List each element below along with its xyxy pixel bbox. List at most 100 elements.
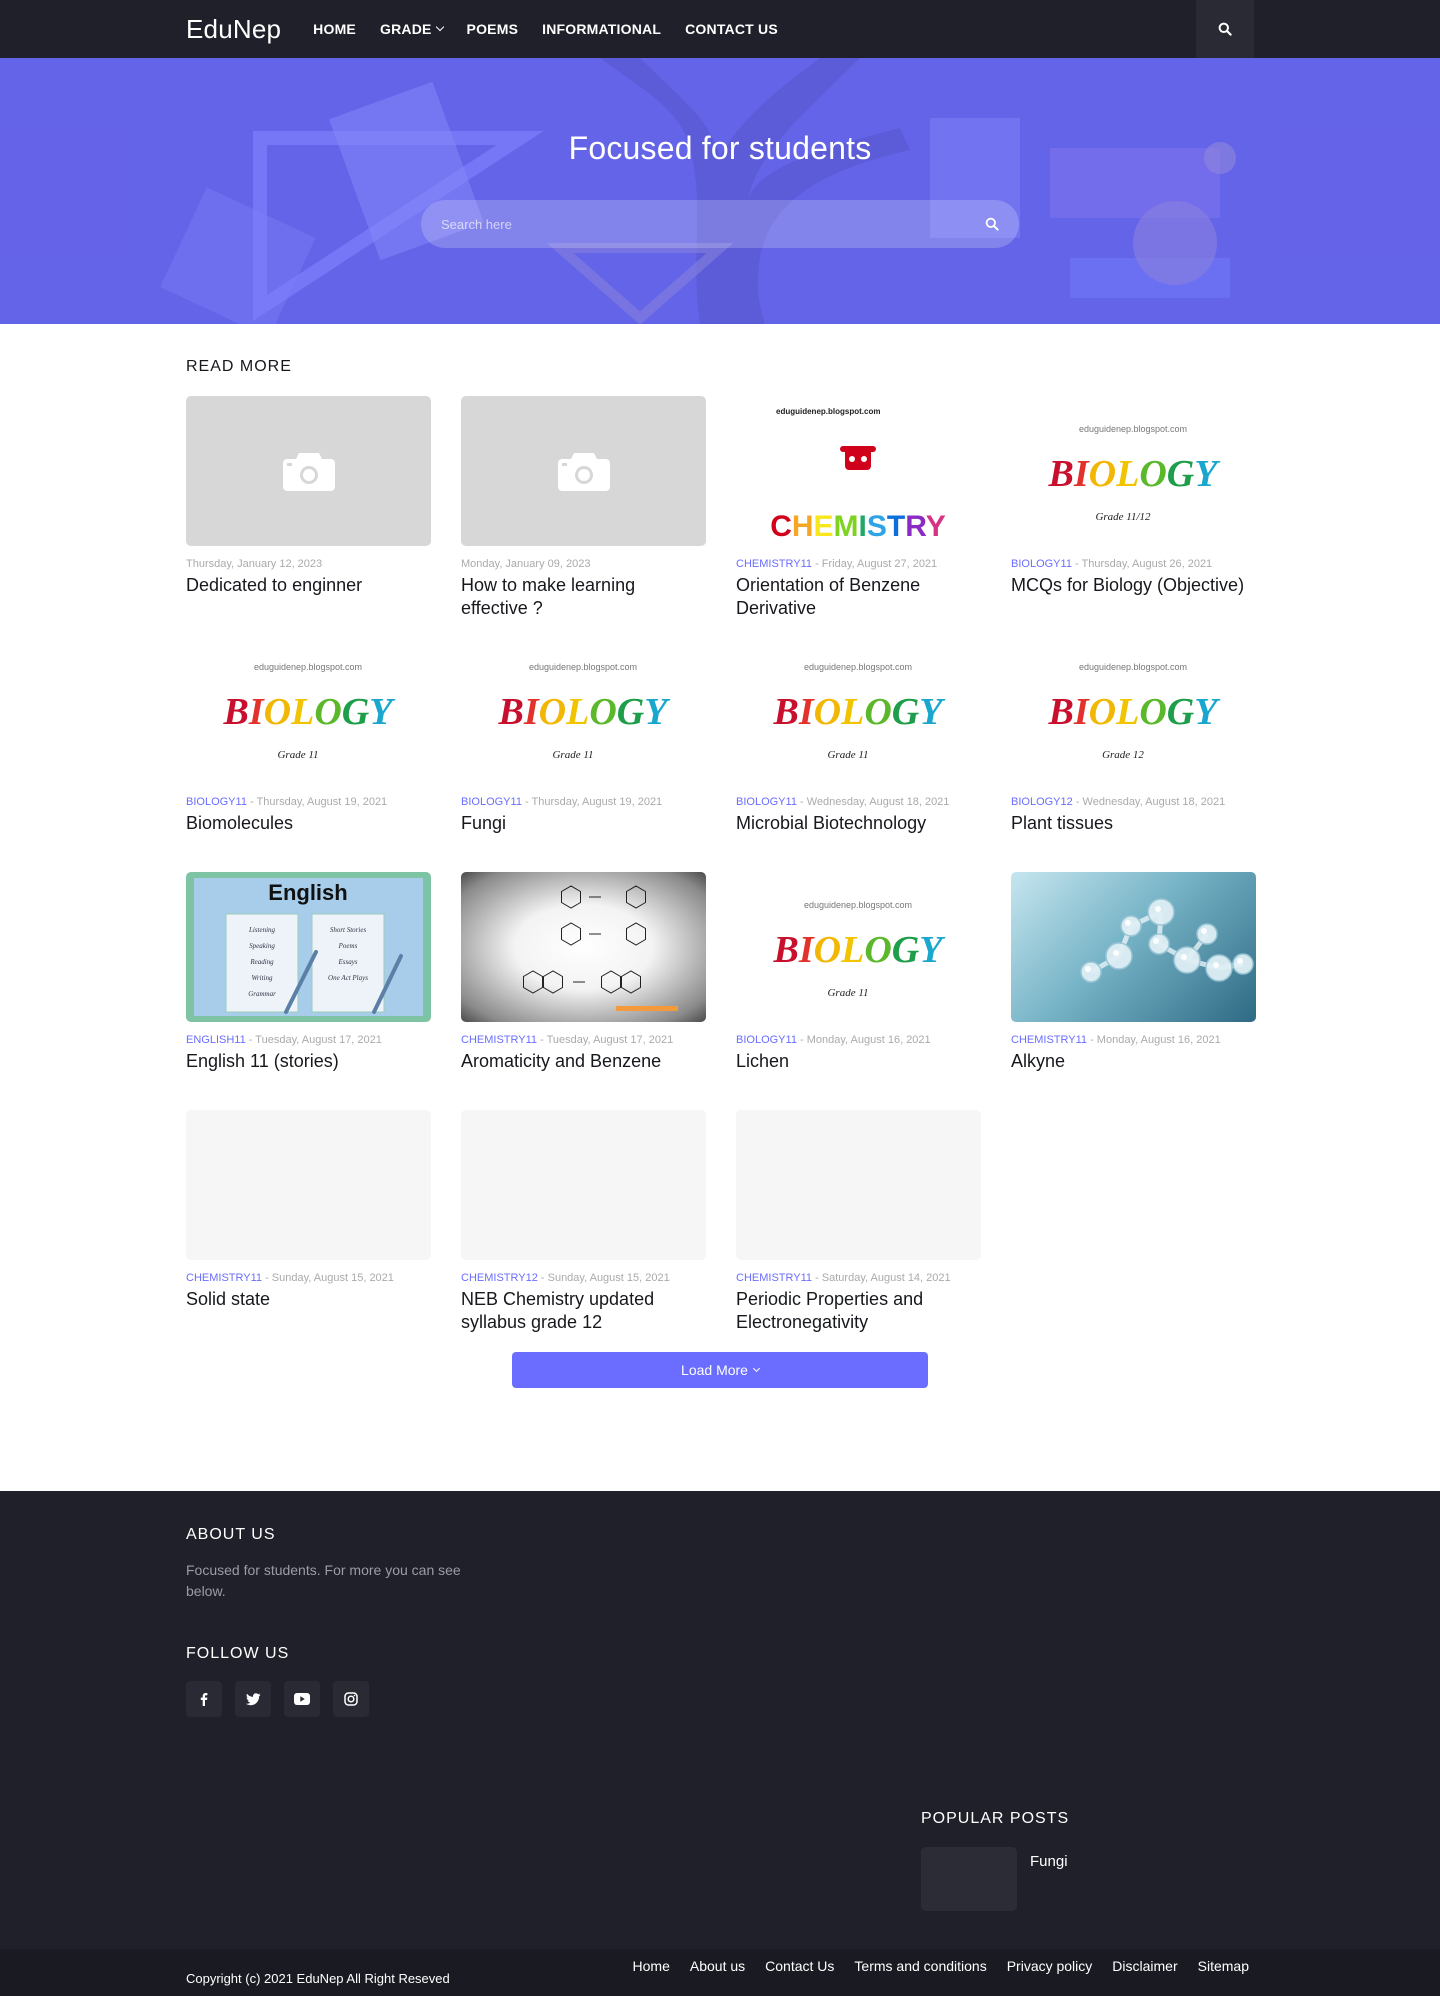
post-card: CHEMISTRY11 - Sunday, August 15, 2021 Sol… [186, 1110, 431, 1348]
post-thumbnail[interactable]: eduguidenep.blogspot.com BIOLOGY Grade 11 [736, 634, 981, 784]
thumbnail-grade-text: Grade 11/12 [1095, 511, 1151, 523]
footer-link-about-us[interactable]: About us [690, 1958, 745, 1974]
post-label-link[interactable]: CHEMISTRY11 [1011, 1034, 1087, 1046]
twitter-link[interactable] [235, 1681, 271, 1717]
footer-link-home[interactable]: Home [633, 1958, 670, 1974]
post-label-link[interactable]: BIOLOGY11 [186, 796, 247, 808]
post-date: Tuesday, August 17, 2021 [255, 1034, 382, 1046]
post-thumbnail[interactable] [461, 872, 706, 1022]
post-label-link[interactable]: CHEMISTRY12 [461, 1272, 538, 1284]
search-icon [1218, 22, 1232, 36]
post-thumbnail[interactable] [1011, 872, 1256, 1022]
post-meta: CHEMISTRY11 - Friday, August 27, 2021 [736, 558, 981, 570]
meta-separator: - [812, 558, 822, 570]
footer-link-disclaimer[interactable]: Disclaimer [1112, 1958, 1177, 1974]
post-label-link[interactable]: BIOLOGY11 [1011, 558, 1072, 570]
post-thumbnail[interactable]: eduguidenep.blogspot.com BIOLOGY Grade 12 [1011, 634, 1256, 784]
post-title-link[interactable]: Microbial Biotechnology [736, 812, 981, 835]
facebook-link[interactable] [186, 1681, 222, 1717]
instagram-link[interactable] [333, 1681, 369, 1717]
nav-informational[interactable]: INFORMATIONAL [542, 21, 661, 37]
post-card: CHEMISTRY11 - Monday, August 16, 2021 Alk… [1011, 872, 1256, 1110]
post-thumbnail[interactable]: eduguidenep.blogspot.com CHEMISTRY [736, 396, 981, 546]
nav-poems[interactable]: POEMS [467, 21, 519, 37]
header-search-button[interactable] [1196, 0, 1254, 58]
post-label-link[interactable]: ENGLISH11 [186, 1034, 246, 1046]
footer-links: Home About us Contact Us Terms and condi… [613, 1958, 1249, 1974]
thumbnail-word: English [268, 880, 347, 905]
footer-link-terms[interactable]: Terms and conditions [854, 1958, 986, 1974]
popular-post-title[interactable]: Fungi [1030, 1853, 1068, 1911]
post-thumbnail[interactable]: eduguidenep.blogspot.com BIOLOGY Grade 11 [186, 634, 431, 784]
post-date: Thursday, August 26, 2021 [1081, 558, 1213, 570]
post-title-link[interactable]: How to make learning effective ? [461, 574, 706, 620]
follow-title: FOLLOW US [186, 1645, 290, 1662]
post-thumbnail[interactable]: eduguidenep.blogspot.com BIOLOGY Grade 11/… [1011, 396, 1256, 546]
site-logo[interactable]: EduNep [186, 14, 281, 45]
post-title-link[interactable]: Periodic Properties and Electronegativit… [736, 1288, 981, 1334]
post-title-link[interactable]: Orientation of Benzene Derivative [736, 574, 981, 620]
social-links [186, 1681, 1254, 1717]
post-title-link[interactable]: MCQs for Biology (Objective) [1011, 574, 1256, 597]
post-thumbnail[interactable] [736, 1110, 981, 1260]
post-title-link[interactable]: Alkyne [1011, 1050, 1256, 1073]
chevron-down-icon [435, 22, 444, 32]
popular-post-thumbnail[interactable] [921, 1847, 1017, 1911]
load-more-button[interactable]: Load More [512, 1352, 928, 1388]
post-title-link[interactable]: Fungi [461, 812, 706, 835]
post-thumbnail[interactable] [186, 396, 431, 546]
post-card: English Listening Speaking Reading Writing Gr… [186, 872, 431, 1110]
footer-link-privacy[interactable]: Privacy policy [1007, 1958, 1093, 1974]
footer-link-sitemap[interactable]: Sitemap [1198, 1958, 1249, 1974]
post-card: CHEMISTRY12 - Sunday, August 15, 2021 NEB… [461, 1110, 706, 1348]
popular-post-item[interactable]: Fungi [921, 1847, 1069, 1911]
post-title-link[interactable]: Aromaticity and Benzene [461, 1050, 706, 1073]
post-thumbnail[interactable] [461, 396, 706, 546]
post-thumbnail[interactable]: eduguidenep.blogspot.com BIOLOGY Grade 11 [461, 634, 706, 784]
post-title-link[interactable]: Dedicated to enginner [186, 574, 431, 597]
youtube-link[interactable] [284, 1681, 320, 1717]
post-title-link[interactable]: NEB Chemistry updated syllabus grade 12 [461, 1288, 706, 1334]
post-label-link[interactable]: BIOLOGY11 [461, 796, 522, 808]
thumbnail-site-text: eduguidenep.blogspot.com [529, 662, 637, 672]
post-label-link[interactable]: CHEMISTRY11 [736, 1272, 812, 1284]
post-label-link[interactable]: BIOLOGY12 [1011, 796, 1073, 808]
post-meta: BIOLOGY11 - Thursday, August 19, 2021 [186, 796, 431, 808]
post-thumbnail[interactable]: English Listening Speaking Reading Writing Gr… [186, 872, 431, 1022]
post-thumbnail[interactable] [461, 1110, 706, 1260]
thumbnail-list-text: Speaking [249, 942, 275, 950]
post-title-link[interactable]: Solid state [186, 1288, 431, 1311]
meta-separator: - [521, 796, 532, 808]
thumbnail-word: BIOLOGY [1048, 691, 1222, 733]
meta-separator: - [537, 1034, 547, 1046]
post-label-link[interactable]: CHEMISTRY11 [461, 1034, 537, 1046]
nav-contact-us[interactable]: CONTACT US [685, 21, 778, 37]
post-date: Thursday, January 12, 2023 [186, 558, 323, 570]
post-label-link[interactable]: BIOLOGY11 [736, 1034, 797, 1046]
footer-link-contact-us[interactable]: Contact Us [765, 1958, 834, 1974]
post-label-link[interactable]: CHEMISTRY11 [736, 558, 812, 570]
post-date: Monday, January 09, 2023 [461, 558, 591, 570]
hero-search-box [421, 200, 1019, 248]
post-title-link[interactable]: English 11 (stories) [186, 1050, 431, 1073]
search-icon[interactable] [985, 217, 999, 231]
post-title-link[interactable]: Plant tissues [1011, 812, 1256, 835]
post-title-link[interactable]: Lichen [736, 1050, 981, 1073]
post-title-link[interactable]: Biomolecules [186, 812, 431, 835]
thumbnail-site-text: eduguidenep.blogspot.com [254, 662, 362, 672]
post-thumbnail[interactable] [186, 1110, 431, 1260]
nav-contact-us-label: CONTACT US [685, 21, 778, 37]
hero-search-input[interactable] [441, 216, 985, 232]
hero-title: Focused for students [568, 130, 872, 166]
post-label-link[interactable]: BIOLOGY11 [736, 796, 797, 808]
nav-home[interactable]: HOME [313, 21, 356, 37]
post-date: Monday, August 16, 2021 [1096, 1034, 1221, 1046]
nav-grade[interactable]: GRADE [380, 21, 444, 37]
thumbnail-list-text: Writing [251, 974, 273, 982]
site-footer: ABOUT US Focused for students. For more … [0, 1491, 1440, 1996]
post-thumbnail[interactable]: eduguidenep.blogspot.com BIOLOGY Grade 11 [736, 872, 981, 1022]
biology-artwork: eduguidenep.blogspot.com BIOLOGY Grade 11 [773, 662, 947, 761]
post-label-link[interactable]: CHEMISTRY11 [186, 1272, 262, 1284]
post-meta: Thursday, January 12, 2023 [186, 558, 431, 570]
post-card: eduguidenep.blogspot.com BIOLOGY Grade 11 B… [186, 634, 431, 872]
